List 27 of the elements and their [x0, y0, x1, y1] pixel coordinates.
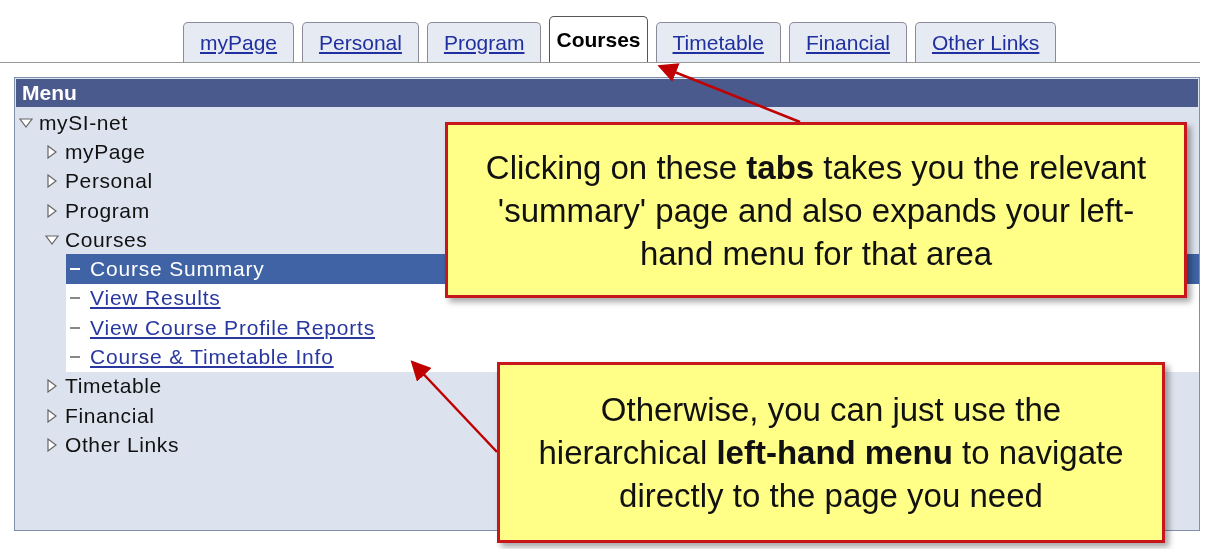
- tab[interactable]: Program: [426, 22, 542, 62]
- tree-item[interactable]: mySI-net: [39, 110, 128, 135]
- tree-item[interactable]: Program: [65, 198, 150, 223]
- expand-icon[interactable]: [45, 144, 59, 159]
- tab[interactable]: Timetable: [655, 22, 781, 62]
- tab[interactable]: Courses: [549, 16, 648, 62]
- tree-item[interactable]: Other Links: [65, 432, 179, 457]
- tree-item[interactable]: Financial: [65, 403, 155, 428]
- tree-item[interactable]: Timetable: [65, 374, 162, 399]
- expand-icon[interactable]: [45, 408, 59, 423]
- expand-icon[interactable]: [45, 437, 59, 452]
- expand-icon[interactable]: [45, 203, 59, 218]
- callout-tooltip: Otherwise, you can just use the hierarchical left-hand menu to navigate directly to the page you need: [497, 362, 1165, 543]
- tree-item[interactable]: myPage: [65, 139, 146, 164]
- tab[interactable]: myPage: [183, 22, 295, 62]
- tree-item[interactable]: Personal: [65, 169, 153, 194]
- expand-icon[interactable]: [45, 232, 59, 247]
- expand-icon[interactable]: [19, 115, 33, 130]
- menu-item[interactable]: View Course Profile Reports: [66, 313, 1199, 343]
- tab[interactable]: Personal: [302, 22, 419, 62]
- expand-icon[interactable]: [45, 379, 59, 394]
- callout-tooltip: Clicking on these tabs takes you the relevant 'summary' page and also expands your left-hand menu for that area: [445, 122, 1187, 298]
- tree-item[interactable]: Courses: [65, 227, 148, 252]
- tab[interactable]: Other Links: [915, 22, 1057, 62]
- menu-header: Menu: [16, 79, 1198, 107]
- expand-icon[interactable]: [45, 174, 59, 189]
- tab[interactable]: Financial: [788, 22, 907, 62]
